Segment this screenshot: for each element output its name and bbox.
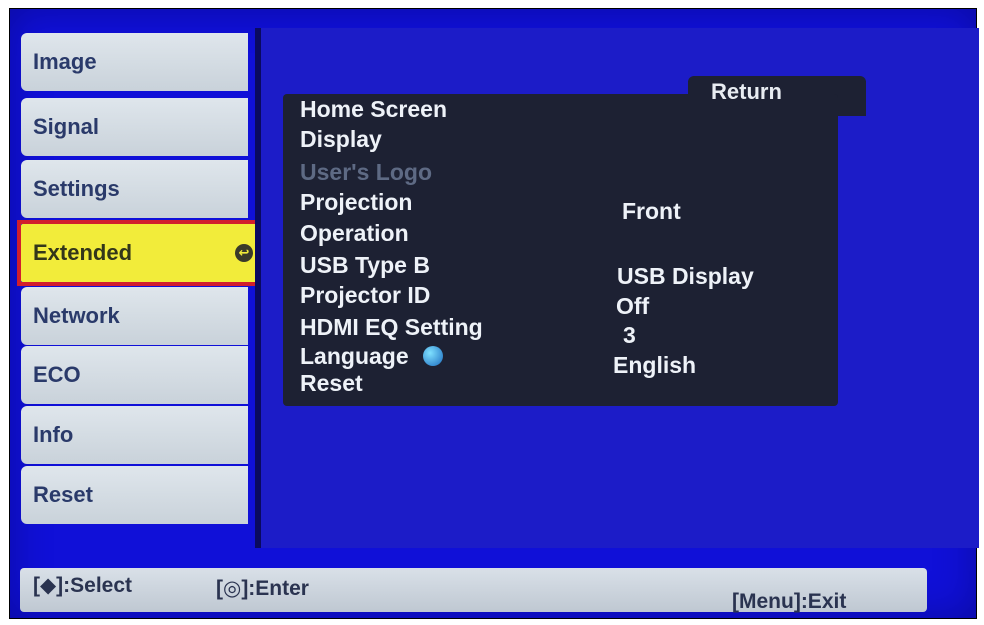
sidebar-item-label: Network: [33, 303, 120, 328]
sidebar-item-label: Extended: [33, 240, 133, 265]
sidebar-item-label: Settings: [33, 176, 120, 201]
menu-item-language[interactable]: Language: [300, 343, 443, 370]
language-value: English: [613, 352, 697, 378]
sidebar-item-signal[interactable]: Signal: [21, 98, 248, 156]
menu-item-display[interactable]: Display: [300, 126, 382, 153]
menu-item-hdmi-eq-setting[interactable]: HDMI EQ Setting: [300, 314, 483, 341]
sidebar-item-image[interactable]: Image: [21, 33, 248, 91]
projector-id-value: Off: [616, 293, 650, 319]
menu-item-operation[interactable]: Operation: [300, 220, 409, 247]
sidebar-item-settings[interactable]: Settings: [21, 160, 248, 218]
menu-item-usb-type-b[interactable]: USB Type B: [300, 252, 430, 279]
sidebar-item-eco[interactable]: ECO: [21, 346, 248, 404]
sidebar-item-info[interactable]: Info: [21, 406, 248, 464]
hdmi-eq-setting-value: 3: [623, 322, 636, 348]
exit-hint: [Menu]:Exit: [732, 590, 847, 613]
select-hint: [◆]:Select: [33, 574, 133, 597]
sidebar-item-label: ECO: [33, 362, 81, 387]
enter-icon: ↩: [235, 244, 253, 262]
menu-item-language-label: Language: [300, 343, 409, 369]
sidebar-item-network[interactable]: Network: [21, 287, 248, 345]
globe-icon: [422, 346, 443, 366]
menu-item-projection[interactable]: Projection: [300, 189, 412, 216]
menu-item-users-logo: User's Logo: [300, 159, 432, 185]
return-button[interactable]: Return: [711, 79, 782, 105]
sidebar-item-extended[interactable]: Extended ↩: [17, 220, 271, 286]
enter-hint: [◎]:Enter: [216, 577, 309, 600]
sidebar-item-label: Signal: [33, 114, 100, 139]
sidebar-item-label: Reset: [33, 482, 93, 507]
sidebar-item-label: Info: [33, 422, 74, 447]
menu-item-home-screen[interactable]: Home Screen: [300, 96, 447, 123]
usb-type-b-value: USB Display: [617, 263, 754, 289]
projection-value: Front: [622, 198, 681, 224]
sidebar-item-reset[interactable]: Reset: [21, 466, 248, 524]
sidebar-item-label: Image: [33, 49, 97, 74]
menu-item-projector-id[interactable]: Projector ID: [300, 282, 430, 309]
menu-item-reset[interactable]: Reset: [300, 370, 363, 397]
